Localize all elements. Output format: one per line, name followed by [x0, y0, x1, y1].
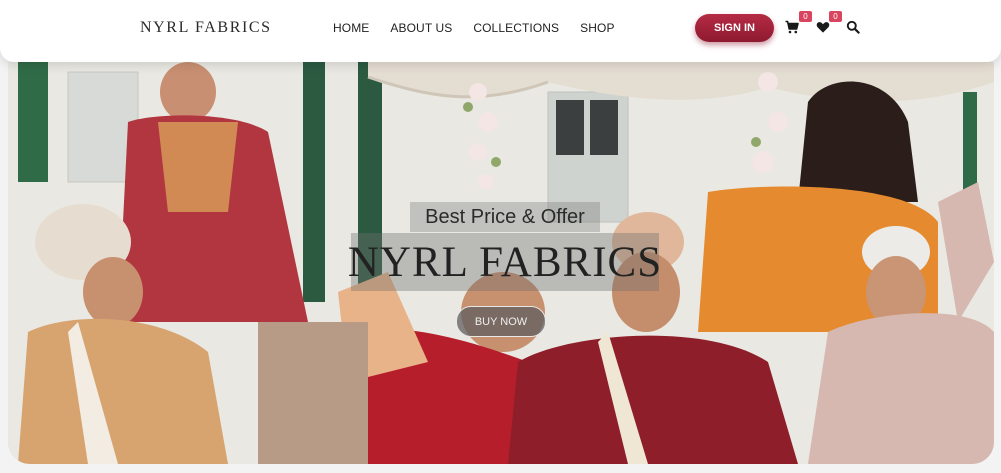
hero-title: NYRL FABRICS: [348, 233, 661, 291]
cart-icon: [785, 20, 799, 34]
search-button[interactable]: [846, 20, 860, 34]
hero-tagline: Best Price & Offer: [410, 202, 600, 232]
nav-item-about-us[interactable]: ABOUT US: [390, 21, 452, 35]
main-nav: HOME ABOUT US COLLECTIONS SHOP: [333, 21, 615, 35]
heart-icon: [816, 22, 830, 33]
site-logo[interactable]: NYRL FABRICS: [140, 19, 272, 37]
cart-button[interactable]: 0: [785, 11, 812, 34]
nav-item-shop[interactable]: SHOP: [580, 21, 614, 35]
cart-count-badge: 0: [799, 11, 812, 22]
sign-in-button[interactable]: SIGN IN: [695, 14, 774, 42]
nav-item-home[interactable]: HOME: [333, 21, 369, 35]
hero-banner: Best Price & Offer NYRL FABRICS BUY NOW: [8, 62, 994, 464]
site-header: NYRL FABRICS HOME ABOUT US COLLECTIONS S…: [0, 0, 1001, 62]
wishlist-button[interactable]: 0: [816, 11, 842, 34]
buy-now-button[interactable]: BUY NOW: [456, 306, 546, 337]
nav-item-collections[interactable]: COLLECTIONS: [473, 21, 559, 35]
search-icon: [846, 20, 860, 34]
wishlist-count-badge: 0: [829, 11, 842, 22]
